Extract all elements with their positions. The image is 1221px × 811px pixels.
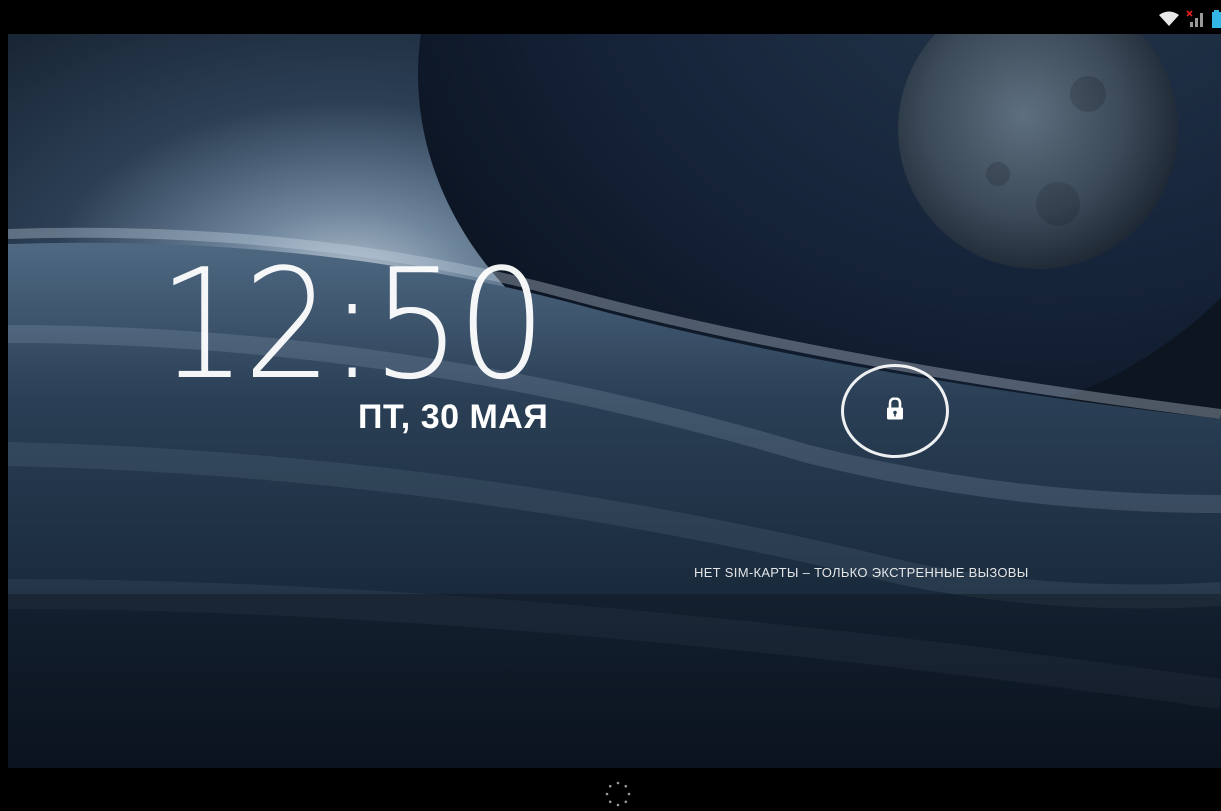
no-sim-signal-icon	[1186, 10, 1206, 28]
battery-icon	[1212, 10, 1221, 28]
clock-time: 12:50	[158, 236, 546, 413]
navigation-bar	[0, 768, 1221, 811]
unlock-button[interactable]	[841, 364, 949, 458]
date-label: ПТ, 30 МАЯ	[358, 398, 549, 436]
carrier-status-text: НЕТ SIM-КАРТЫ – ТОЛЬКО ЭКСТРЕННЫЕ ВЫЗОВЫ	[694, 565, 1029, 580]
lock-icon	[886, 397, 904, 425]
status-icons	[1158, 9, 1221, 29]
status-bar	[0, 0, 1221, 34]
loading-spinner-icon	[605, 781, 631, 811]
lock-screen: 12:50 ПТ, 30 МАЯ НЕТ SIM-КАРТЫ – ТОЛЬКО …	[0, 0, 1221, 811]
wifi-icon	[1158, 11, 1180, 27]
wallpaper: 12:50 ПТ, 30 МАЯ НЕТ SIM-КАРТЫ – ТОЛЬКО …	[8, 34, 1221, 768]
